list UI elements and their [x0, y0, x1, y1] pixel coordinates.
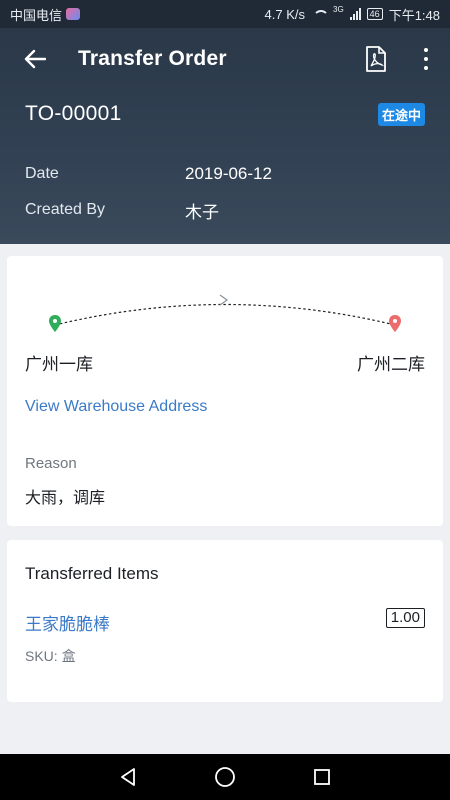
status-bar: 中国电信 4.7 K/s 3G 46 下午1:48	[0, 0, 450, 28]
square-recents-icon	[313, 769, 330, 785]
origin-warehouse: 广州一库	[25, 355, 93, 374]
pdf-icon	[366, 46, 386, 72]
route-diagram	[49, 294, 401, 332]
more-options-button[interactable]	[422, 48, 430, 70]
system-nav-bar	[0, 754, 450, 800]
carrier-name: 中国电信	[10, 7, 63, 23]
route-arrow-icon	[219, 294, 229, 306]
created-by-value: 木子	[185, 202, 219, 222]
clock: 下午1:48	[388, 7, 440, 23]
network-speed: 4.7 K/s	[264, 6, 305, 22]
origin-pin-icon	[49, 315, 61, 332]
more-vertical-icon	[424, 48, 428, 52]
order-header: Transfer Order TO-00001 在途中 Date 2019-06…	[0, 28, 450, 244]
app-bar: Transfer Order	[0, 28, 450, 90]
battery-icon: 46	[366, 8, 383, 20]
view-warehouse-address-link[interactable]: View Warehouse Address	[25, 398, 207, 416]
back-button[interactable]	[22, 46, 48, 72]
route-card: 广州一库 广州二库 View Warehouse Address Reason …	[7, 256, 443, 526]
pdf-export-button[interactable]	[364, 45, 388, 73]
destination-pin-icon	[389, 315, 401, 332]
date-label: Date	[25, 165, 59, 182]
date-value: 2019-06-12	[185, 164, 272, 183]
reason-value: 大雨，调库	[25, 490, 106, 507]
circle-home-icon	[215, 767, 235, 787]
status-badge: 在途中	[377, 102, 425, 126]
order-meta: Date 2019-06-12 Created By 木子	[0, 156, 450, 228]
nav-recents-button[interactable]	[308, 763, 336, 791]
route-path	[54, 303, 396, 326]
item-name[interactable]: 王家脆脆棒	[25, 610, 110, 635]
arrow-left-icon	[24, 49, 46, 69]
app-notification-icon	[66, 8, 81, 20]
nav-back-button[interactable]	[114, 763, 142, 791]
nav-home-button[interactable]	[211, 763, 239, 791]
created-by-label: Created By	[25, 201, 106, 218]
network-type: 3G	[333, 4, 344, 14]
wifi-icon	[311, 8, 329, 20]
destination-warehouse: 广州二库	[357, 355, 425, 374]
page-title: Transfer Order	[78, 47, 227, 70]
transferred-items-card: Transferred Items 王家脆脆棒 1.00 SKU: 盒	[7, 540, 443, 702]
signal-icon	[349, 8, 361, 20]
triangle-back-icon	[121, 768, 136, 786]
reason-label: Reason	[25, 455, 77, 472]
item-sku: SKU: 盒	[25, 648, 76, 664]
item-quantity: 1.00	[385, 608, 425, 628]
items-section-title: Transferred Items	[25, 564, 159, 583]
order-number: TO-00001	[25, 102, 122, 125]
